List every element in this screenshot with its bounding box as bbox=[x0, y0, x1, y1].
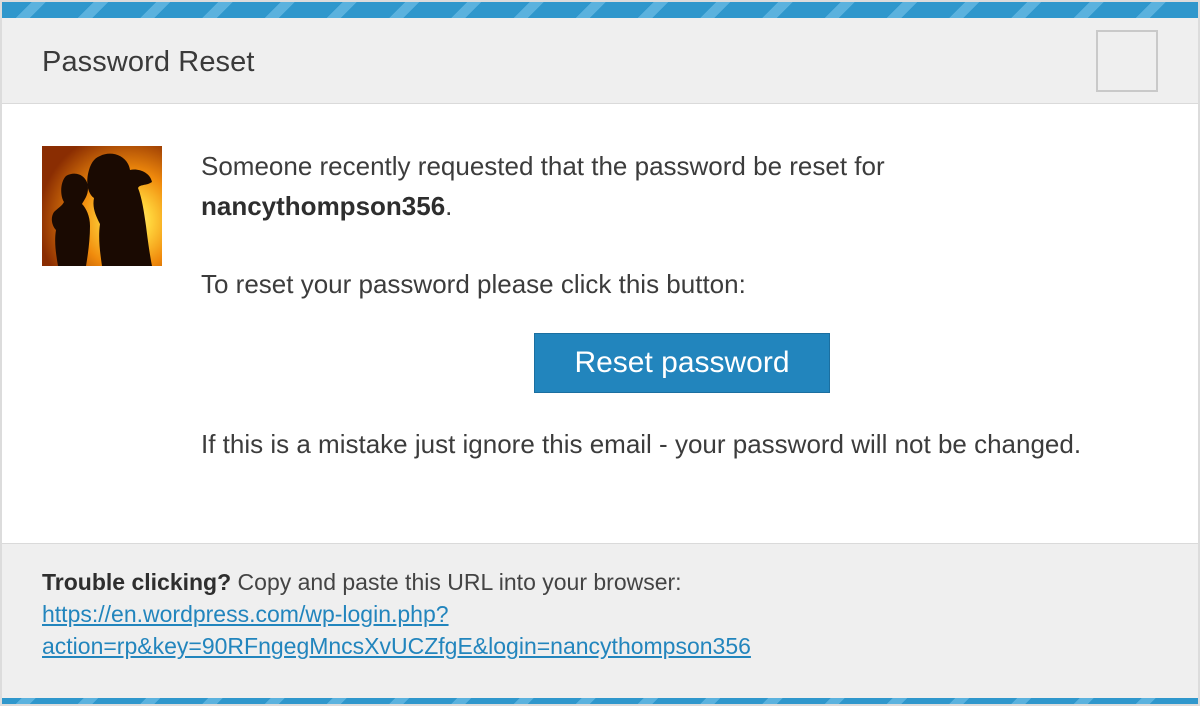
footer-text: Trouble clicking? Copy and paste this UR… bbox=[42, 566, 1162, 662]
logo-placeholder-icon bbox=[1096, 30, 1158, 92]
email-card: Password Reset Someone recently requeste… bbox=[0, 0, 1200, 706]
username-period: . bbox=[445, 191, 453, 221]
email-body: Someone recently requested that the pass… bbox=[2, 104, 1198, 544]
username: nancythompson356 bbox=[201, 191, 446, 221]
message-content: Someone recently requested that the pass… bbox=[201, 146, 1181, 304]
avatar-silhouette-icon bbox=[42, 146, 162, 266]
ignore-notice: If this is a mistake just ignore this em… bbox=[201, 429, 1082, 459]
reset-password-button[interactable]: Reset password bbox=[534, 333, 830, 393]
button-wrapper: Reset password bbox=[534, 333, 830, 393]
email-footer: Trouble clicking? Copy and paste this UR… bbox=[2, 543, 1198, 700]
request-text: Someone recently requested that the pass… bbox=[201, 146, 1181, 226]
email-header: Password Reset bbox=[2, 18, 1198, 104]
bottom-stripe bbox=[2, 698, 1198, 704]
request-line: Someone recently requested that the pass… bbox=[201, 151, 885, 181]
instruction-text: To reset your password please click this… bbox=[201, 269, 746, 299]
top-stripe bbox=[2, 2, 1198, 18]
avatar bbox=[42, 146, 162, 266]
reset-url-link[interactable]: https://en.wordpress.com/wp-login.php? a… bbox=[42, 598, 1162, 662]
footer-instruction: Copy and paste this URL into your browse… bbox=[231, 569, 682, 595]
reset-url-line1: https://en.wordpress.com/wp-login.php? bbox=[42, 601, 449, 627]
page-title: Password Reset bbox=[42, 46, 255, 78]
reset-url-line2: action=rp&key=90RFngegMncsXvUCZfgE&login… bbox=[42, 633, 751, 659]
trouble-label: Trouble clicking? bbox=[42, 569, 232, 595]
